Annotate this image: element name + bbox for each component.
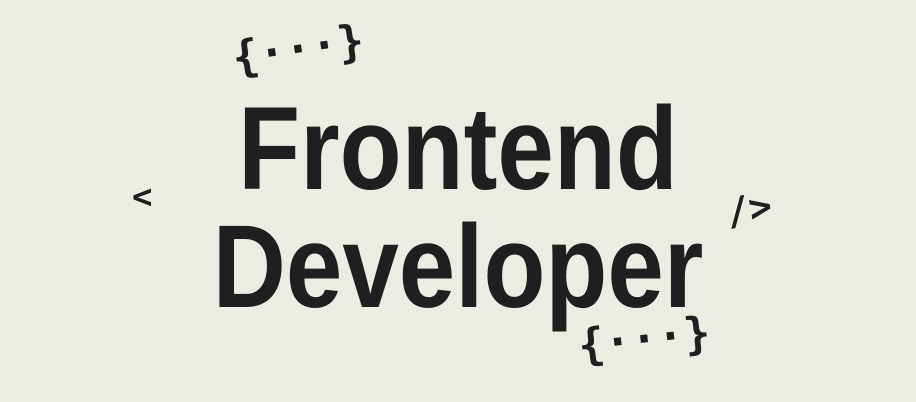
code-brace-bottom: {···} — [575, 307, 713, 372]
code-tag-close: /> — [722, 183, 776, 235]
banner-canvas: {···} < Frontend Developer /> {···} — [0, 0, 916, 402]
code-brace-top: {···} — [229, 15, 368, 84]
